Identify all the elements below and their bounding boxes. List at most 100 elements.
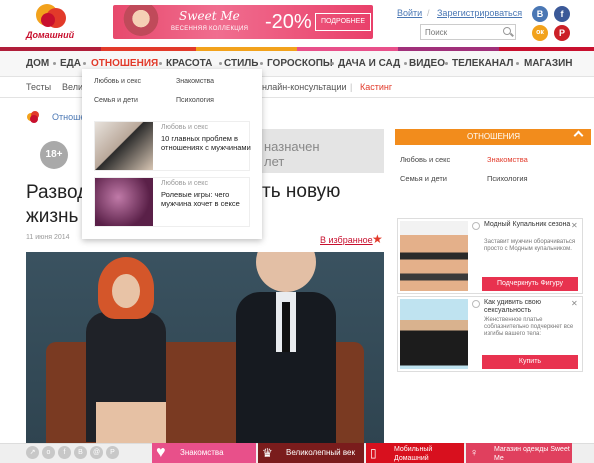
nav-item-home[interactable]: ДОМ — [26, 58, 49, 69]
card-image — [95, 122, 153, 170]
bottom-tab-label: Великолепный век — [286, 448, 355, 457]
odnoklassniki-icon[interactable]: ок — [532, 25, 548, 41]
nav-separator — [331, 62, 334, 65]
odnoklassniki-icon[interactable]: о — [42, 446, 55, 459]
search-icon[interactable] — [503, 27, 511, 35]
nav-item-garden[interactable]: ДАЧА И САД — [338, 58, 400, 69]
notice-text-line: лет — [264, 154, 285, 169]
nav-separator — [404, 62, 407, 65]
banner-more-button[interactable]: ПОДРОБНЕЕ — [315, 13, 371, 31]
ad-button[interactable]: Подчеркнуть Фигуру — [482, 277, 578, 291]
notice-text-line: назначен — [264, 139, 320, 154]
search-input[interactable] — [420, 24, 516, 40]
logo-text: Домашний — [26, 30, 75, 40]
dropdown-link-family[interactable]: Семья и дети — [94, 97, 138, 104]
login-link[interactable]: Войти — [397, 8, 422, 18]
dropdown-article-card[interactable]: Любовь и секс Ролевые игры: чего мужчина… — [94, 177, 250, 227]
banner-brand: Sweet Me — [179, 9, 240, 23]
nav-item-video[interactable]: ВИДЕО — [409, 58, 445, 69]
dropdown-link-dating[interactable]: Знакомства — [176, 78, 214, 85]
crown-icon: ♛ — [262, 446, 273, 460]
headline-line: жизнь — [26, 206, 79, 227]
nav-separator — [159, 62, 162, 65]
sidebar-ad[interactable]: Модный Купальник сезона Заставит мужчин … — [397, 218, 583, 294]
facebook-icon[interactable]: f — [554, 6, 570, 22]
info-icon — [472, 222, 480, 230]
facebook-icon[interactable]: f — [58, 446, 71, 459]
site-logo[interactable]: Домашний — [26, 4, 76, 42]
share-icon[interactable]: ↗ — [26, 446, 39, 459]
bottom-tab-label: Магазин одежды Sweet Me — [494, 446, 570, 462]
bottom-tab-shop[interactable]: ♀ Магазин одежды Sweet Me — [466, 443, 572, 463]
dropdown-article-card[interactable]: Любовь и секс 10 главных проблем в отнош… — [94, 121, 251, 171]
ad-button[interactable]: Купить — [482, 355, 578, 369]
breadcrumb-link[interactable]: Отноше — [52, 112, 85, 122]
nav-item-food[interactable]: ЕДА — [60, 58, 81, 69]
nav-item-horoscopes[interactable]: ГОРОСКОПЫ — [267, 58, 333, 69]
nav-item-relationships[interactable]: ОТНОШЕНИЯ — [91, 58, 158, 69]
nav-item-shop[interactable]: МАГАЗИН — [524, 58, 573, 69]
breadcrumb-home-icon[interactable] — [27, 111, 39, 123]
card-title: Ролевые игры: чего мужчина хочет в сексе — [161, 190, 240, 208]
card-category: Любовь и секс — [161, 180, 208, 187]
subnav-item-consultations[interactable]: нлайн-консультации — [262, 82, 347, 92]
photo-man-tie — [282, 302, 290, 352]
header-banner-ad[interactable]: Sweet Me ВЕСЕННЯЯ КОЛЛЕКЦИЯ -20% ПОДРОБН… — [113, 5, 373, 39]
nav-separator — [516, 62, 519, 65]
add-to-favorites-link[interactable]: В избранное — [320, 235, 373, 245]
ad-description: Заставит мужчин оборачиваться просто с М… — [484, 239, 576, 252]
article-photo — [26, 252, 384, 445]
card-image — [95, 178, 153, 226]
subnav-item-casting[interactable]: Кастинг — [360, 82, 392, 92]
headline-line: Развод — [26, 182, 89, 203]
age-rating-badge: 18+ — [40, 141, 68, 169]
star-icon[interactable]: ★ — [372, 232, 383, 246]
nav-separator — [260, 62, 263, 65]
ad-image — [400, 221, 468, 291]
vk-icon[interactable]: В — [74, 446, 87, 459]
sidebar-ad[interactable]: Как удивить свою сексуальность Женственн… — [397, 296, 583, 372]
dropdown-link-love[interactable]: Любовь и секс — [94, 78, 141, 85]
nav-separator — [53, 62, 56, 65]
register-link[interactable]: Зарегистрироваться — [437, 8, 522, 18]
bottom-tab-label: Мобильный Домашний — [394, 446, 433, 462]
sidebar-heading[interactable]: ОТНОШЕНИЯ — [395, 129, 591, 145]
info-icon — [472, 300, 480, 308]
sidebar-link-psychology[interactable]: Психология — [487, 174, 528, 183]
vk-icon[interactable]: В — [532, 6, 548, 22]
photo-woman-legs — [96, 402, 166, 445]
bottom-tab-label: Знакомства — [180, 448, 224, 457]
subnav-separator: | — [350, 82, 353, 92]
nav-item-beauty[interactable]: КРАСОТА — [166, 58, 212, 69]
close-icon[interactable]: ✕ — [571, 299, 581, 309]
notice-text: назначен лет — [264, 139, 320, 169]
pinterest-icon[interactable]: P — [106, 446, 119, 459]
subnav-item-tests[interactable]: Тесты — [26, 82, 51, 92]
nav-item-tv[interactable]: ТЕЛЕКАНАЛ — [452, 58, 513, 69]
subnav-item-partial[interactable]: Вели — [62, 82, 83, 92]
bottom-tab-dating[interactable]: ♥ Знакомства — [152, 443, 256, 463]
photo-woman-face — [112, 274, 140, 308]
nav-separator — [445, 62, 448, 65]
relationships-dropdown: Любовь и секс Знакомства Семья и дети Пс… — [82, 69, 262, 239]
sidebar-link-dating[interactable]: Знакомства — [487, 155, 528, 164]
card-title: 10 главных проблем в отношениях с мужчин… — [161, 134, 251, 152]
phone-icon: ▯ — [370, 446, 377, 460]
dress-icon: ♀ — [470, 447, 479, 459]
sidebar-link-family[interactable]: Семья и дети — [400, 174, 447, 183]
dropdown-link-psychology[interactable]: Психология — [176, 97, 214, 104]
auth-separator: / — [427, 8, 430, 18]
logo-circle — [41, 13, 55, 27]
pinterest-icon[interactable]: P — [554, 25, 570, 41]
ad-title[interactable]: Модный Купальник сезона — [484, 221, 580, 229]
sidebar-link-love[interactable]: Любовь и секс — [400, 155, 450, 164]
card-category: Любовь и секс — [161, 124, 208, 131]
moimir-icon[interactable]: @ — [90, 446, 103, 459]
bottom-tab-mobile[interactable]: ▯ Мобильный Домашний — [366, 443, 464, 463]
close-icon[interactable]: ✕ — [571, 221, 581, 231]
ad-image — [400, 299, 468, 369]
ad-title[interactable]: Как удивить свою сексуальность — [484, 299, 580, 315]
nav-item-style[interactable]: СТИЛЬ — [224, 58, 258, 69]
bottom-tab-magnificent-century[interactable]: ♛ Великолепный век — [258, 443, 364, 463]
photo-man-head — [256, 252, 316, 292]
